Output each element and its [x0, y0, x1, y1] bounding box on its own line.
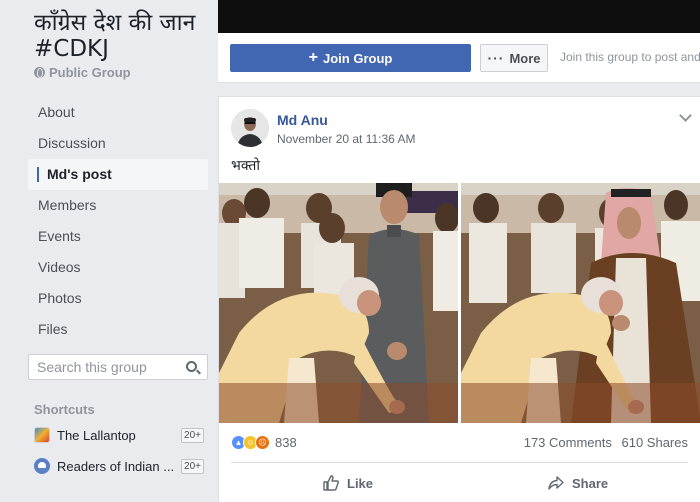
nav-item-discussion[interactable]: Discussion: [28, 128, 208, 159]
more-button[interactable]: ··· More: [480, 44, 548, 72]
post-author[interactable]: Md Anu: [277, 112, 328, 128]
nav-item-members[interactable]: Members: [28, 190, 208, 221]
shortcut-lallantop[interactable]: The Lallantop 20+: [34, 425, 204, 445]
post-stats: 173 Comments 610 Shares: [524, 435, 688, 450]
chevron-down-icon[interactable]: [679, 109, 692, 122]
post-card: Md Anu November 20 at 11:36 AM भक्तो ▲ ☺…: [218, 96, 700, 502]
nav-item-videos[interactable]: Videos: [28, 252, 208, 283]
lallantop-avatar-icon: [34, 427, 50, 443]
join-group-label: Join Group: [323, 50, 393, 66]
plus-icon: +: [308, 49, 318, 66]
cover-photo: [218, 0, 700, 33]
shortcut-count-badge: 20+: [181, 458, 204, 474]
share-arrow-icon: [548, 476, 564, 490]
group-privacy-label: Public Group: [49, 65, 131, 80]
group-search: [28, 354, 208, 380]
reaction-count: 838: [275, 435, 297, 450]
group-privacy: Public Group: [34, 65, 131, 80]
post-photo-right[interactable]: [461, 183, 700, 423]
shares-count[interactable]: 610 Shares: [622, 435, 689, 450]
shortcuts-heading: Shortcuts: [34, 402, 95, 417]
more-label: More: [509, 50, 541, 66]
nav-item-photos[interactable]: Photos: [28, 283, 208, 314]
shortcut-readers-of-indian[interactable]: Readers of Indian ... 20+: [34, 456, 204, 476]
group-people-icon: [34, 458, 50, 474]
group-nav: About Discussion Md's post Members Event…: [28, 97, 208, 345]
like-button[interactable]: Like: [322, 474, 373, 492]
join-hint-text: Join this group to post and c: [560, 50, 700, 64]
search-icon[interactable]: [186, 361, 197, 372]
shortcut-count-badge: 20+: [181, 427, 204, 443]
post-timestamp[interactable]: November 20 at 11:36 AM: [277, 132, 416, 146]
angry-icon: ☹: [255, 435, 270, 450]
join-group-button[interactable]: + Join Group: [230, 44, 471, 72]
share-label: Share: [572, 475, 609, 491]
group-action-bar: + Join Group ··· More Join this group to…: [218, 33, 700, 83]
shortcut-label: Readers of Indian ...: [57, 458, 175, 474]
share-button[interactable]: Share: [547, 474, 608, 492]
comments-count[interactable]: 173 Comments: [524, 435, 612, 450]
group-name[interactable]: कॉंग्रेस देश की जान #CDKJ: [34, 10, 214, 62]
globe-icon: [34, 67, 45, 78]
more-dots-icon: ···: [487, 50, 505, 66]
nav-item-mds-post[interactable]: Md's post: [28, 159, 208, 190]
like-label: Like: [347, 475, 374, 491]
author-avatar[interactable]: [231, 109, 269, 147]
reaction-summary[interactable]: ▲ ☺ ☹ 838: [231, 435, 297, 450]
thumbs-up-icon: [323, 475, 340, 491]
nav-item-events[interactable]: Events: [28, 221, 208, 252]
left-sidebar: कॉंग्रेस देश की जान #CDKJ Public Group A…: [0, 0, 218, 502]
post-photo-left[interactable]: [219, 183, 458, 423]
action-divider: [231, 462, 688, 463]
shortcut-label: The Lallantop: [57, 427, 136, 443]
nav-item-about[interactable]: About: [28, 97, 208, 128]
nav-item-files[interactable]: Files: [28, 314, 208, 345]
post-text: भक्तो: [231, 158, 260, 174]
group-search-input[interactable]: [29, 355, 179, 379]
